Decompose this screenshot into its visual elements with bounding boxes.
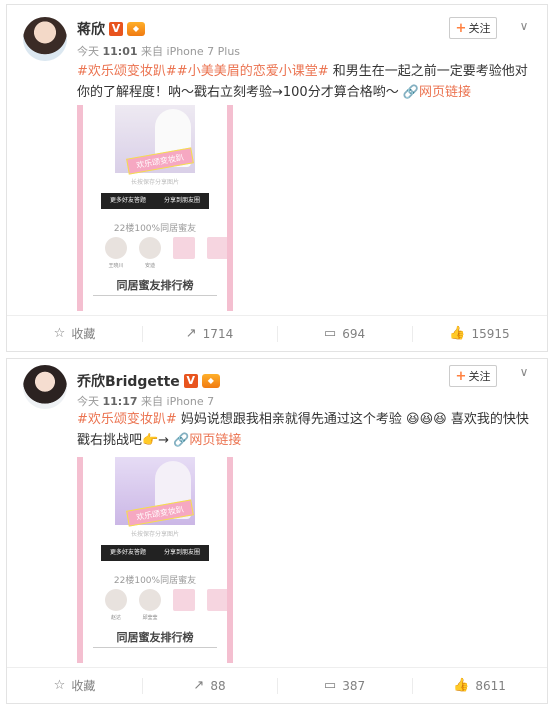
post-image[interactable]: 欢乐颂变妆趴 长按保存分享图片 更多好友答题 分享到朋友圈 22楼100%同居蜜… [77, 457, 233, 663]
image-percent-text: 22楼100%同居蜜友 [113, 224, 197, 234]
comment-button[interactable]: ▭ 694 [277, 316, 412, 351]
post-meta: 今天 11:01 来自 iPhone 7 Plus [77, 45, 241, 58]
collect-button[interactable]: ☆ 收藏 [7, 668, 142, 703]
friend-item: 王晓川 [105, 237, 127, 269]
image-hint: 长按保存分享图片 [130, 531, 179, 538]
friend-item [173, 237, 195, 269]
friend-placeholder [207, 589, 227, 611]
repost-button[interactable]: ↗ 1714 [142, 316, 277, 351]
link-icon: 🔗 [402, 85, 420, 100]
follow-button[interactable]: + 关注 [449, 365, 497, 387]
action-bar: ☆ 收藏 ↗ 1714 ▭ 694 👍 15915 [7, 315, 547, 351]
post-meta: 今天 11:17 来自 iPhone 7 [77, 395, 215, 408]
link-icon: 🔗 [173, 433, 190, 448]
star-icon: ☆ [53, 678, 66, 693]
friend-avatar [139, 237, 161, 259]
image-button-right: 分享到朋友圈 [155, 545, 209, 561]
rank-title: 同居蜜友排行榜 [116, 279, 194, 292]
vip-badge-icon: ◆ [127, 22, 145, 36]
web-link[interactable]: 🔗网页链接 [173, 433, 241, 448]
post-time[interactable]: 11:01 [103, 45, 138, 58]
post-source: 来自 iPhone 7 Plus [141, 45, 241, 58]
plus-icon: + [455, 20, 467, 36]
topic-link[interactable]: #欢乐颂变妆趴# [77, 412, 177, 427]
image-hint: 长按保存分享图片 [130, 179, 179, 186]
verified-badge-icon: V [109, 22, 123, 36]
thumbs-up-icon: 👍 [449, 326, 466, 341]
star-icon: ☆ [53, 326, 66, 341]
friend-avatar [105, 237, 127, 259]
plus-icon: + [455, 368, 467, 384]
vip-badge-icon: ◆ [201, 374, 220, 388]
weibo-post-1: 蒋欣 V ◆ 今天 11:01 来自 iPhone 7 Plus + 关注 ∨ … [6, 4, 548, 352]
image-button-left: 更多好友答题 [101, 545, 155, 561]
post-text: #欢乐颂变妆趴##小美美眉的恋爱小课堂# 和男生在一起之前一定要考验他对你的了解… [77, 64, 528, 100]
repost-icon: ↗ [193, 678, 205, 693]
comment-icon: ▭ [323, 326, 337, 341]
friend-item [207, 237, 227, 269]
chevron-down-icon[interactable]: ∨ [517, 365, 531, 379]
friend-list: 王晓川 安迪 [105, 237, 227, 269]
post-time[interactable]: 11:17 [103, 395, 138, 408]
friend-placeholder [173, 589, 195, 611]
chevron-down-icon[interactable]: ∨ [517, 19, 531, 33]
friend-item: 邱莹莹 [139, 589, 161, 621]
collect-button[interactable]: ☆ 收藏 [7, 316, 142, 351]
friend-avatar [105, 589, 127, 611]
like-button[interactable]: 👍 8611 [412, 668, 547, 703]
image-button-left: 更多好友答题 [101, 193, 155, 209]
image-button-right: 分享到朋友圈 [155, 193, 209, 209]
comment-button[interactable]: ▭ 387 [277, 668, 412, 703]
friend-item: 赵达 [105, 589, 127, 621]
user-name[interactable]: 乔欣Bridgette [77, 371, 180, 391]
user-name[interactable]: 蒋欣 [77, 19, 105, 39]
friend-item: 安迪 [139, 237, 161, 269]
post-image[interactable]: 欢乐颂变妆趴 长按保存分享图片 更多好友答题 分享到朋友圈 22楼100%同居蜜… [77, 105, 233, 311]
avatar[interactable] [23, 17, 67, 61]
post-source: 来自 iPhone 7 [141, 395, 215, 408]
web-link[interactable]: 🔗网页链接 [403, 85, 471, 100]
like-button[interactable]: 👍 15915 [412, 316, 547, 351]
topic-link[interactable]: #小美美眉的恋爱小课堂# [177, 64, 329, 79]
action-bar: ☆ 收藏 ↗ 88 ▭ 387 👍 8611 [7, 667, 547, 703]
verified-badge-icon: V [183, 374, 198, 388]
post-text: #欢乐颂变妆趴# 妈妈说想跟我相亲就得先通过这个考验 😆😆😆 喜欢我的快快戳右挑… [77, 412, 529, 448]
repost-button[interactable]: ↗ 88 [142, 668, 277, 703]
user-name-row: 乔欣Bridgette V ◆ [77, 371, 220, 391]
user-name-row: 蒋欣 V ◆ [77, 19, 145, 39]
friend-item [173, 589, 195, 621]
friend-placeholder [207, 237, 227, 259]
follow-button[interactable]: + 关注 [449, 17, 497, 39]
comment-icon: ▭ [323, 678, 337, 693]
repost-icon: ↗ [185, 326, 197, 341]
topic-link[interactable]: #欢乐颂变妆趴# [77, 64, 177, 79]
weibo-post-2: 乔欣Bridgette V ◆ 今天 11:17 来自 iPhone 7 + 关… [6, 358, 548, 704]
friend-placeholder [173, 237, 195, 259]
friend-list: 赵达 邱莹莹 [105, 589, 227, 621]
friend-avatar [139, 589, 161, 611]
rank-title: 同居蜜友排行榜 [116, 631, 194, 644]
friend-item [207, 589, 227, 621]
avatar[interactable] [23, 365, 67, 409]
thumbs-up-icon: 👍 [453, 678, 470, 693]
image-percent-text: 22楼100%同居蜜友 [113, 576, 197, 586]
